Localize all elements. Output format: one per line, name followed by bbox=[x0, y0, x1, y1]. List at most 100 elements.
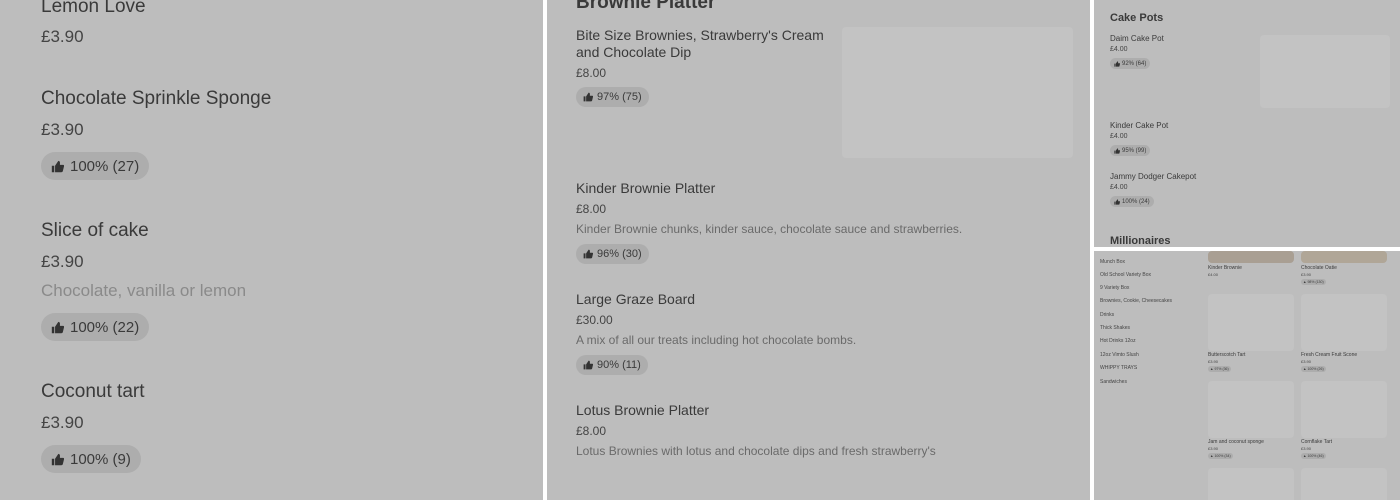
card-price: £3.90 bbox=[1208, 446, 1219, 451]
thumbs-up-icon bbox=[51, 453, 64, 466]
item-image[interactable] bbox=[1260, 35, 1390, 108]
rating-badge: 96% (30) bbox=[576, 244, 649, 264]
menu-panel-cake-pots: Cake Pots Daim Cake Pot £4.00 92% (64) K… bbox=[1094, 0, 1400, 247]
nav-item[interactable]: 12oz Vimto Slush bbox=[1100, 352, 1139, 358]
thumbs-up-icon: ▲ bbox=[1303, 280, 1307, 284]
nav-item[interactable]: Hot Drinks 12oz bbox=[1100, 338, 1136, 344]
rating-text: 96% (30) bbox=[597, 248, 642, 260]
item-image[interactable] bbox=[842, 27, 1073, 158]
item-name[interactable]: Slice of cake bbox=[41, 220, 149, 242]
item-image[interactable] bbox=[1301, 251, 1387, 263]
item-price: £4.00 bbox=[1110, 184, 1128, 191]
item-price: £4.00 bbox=[1110, 133, 1128, 140]
rating-text: 100% (34) bbox=[1214, 454, 1231, 458]
menu-panel-zoomed: Lemon Love £3.90 Chocolate Sprinkle Spon… bbox=[0, 0, 543, 500]
item-image[interactable] bbox=[1208, 381, 1294, 438]
thumbs-up-icon: ▲ bbox=[1303, 367, 1307, 371]
item-image[interactable] bbox=[1208, 468, 1294, 500]
item-price: £8.00 bbox=[576, 424, 607, 438]
card-name[interactable]: Butterscotch Tart bbox=[1208, 352, 1245, 358]
item-price: £8.00 bbox=[576, 202, 607, 216]
thumbs-up-icon bbox=[1114, 147, 1120, 154]
rating-text: 98% (130) bbox=[1307, 280, 1324, 284]
section-title: Cake Pots bbox=[1110, 12, 1164, 24]
rating-badge: 95% (99) bbox=[1110, 145, 1151, 156]
item-description: Chocolate, vanilla or lemon bbox=[41, 281, 247, 300]
card-price: £3.90 bbox=[1301, 446, 1312, 451]
card-price: £4.00 bbox=[1208, 272, 1219, 277]
item-description: Lotus Brownies with lotus and chocolate … bbox=[576, 444, 936, 458]
nav-item[interactable]: Old School Variety Box bbox=[1100, 272, 1151, 278]
item-name[interactable]: Jammy Dodger Cakepot bbox=[1110, 172, 1196, 181]
rating-badge: 100% (24) bbox=[1110, 196, 1154, 207]
nav-item[interactable]: Thick Shakes bbox=[1100, 325, 1130, 331]
card-name[interactable]: Chocolate Oatie bbox=[1301, 265, 1337, 271]
card-price: £3.90 bbox=[1208, 359, 1219, 364]
card-price: £3.90 bbox=[1301, 359, 1312, 364]
card-name[interactable]: Jam and coconut sponge bbox=[1208, 439, 1264, 445]
item-image[interactable] bbox=[1208, 294, 1294, 351]
rating-text: 100% (9) bbox=[70, 450, 131, 468]
item-price: £3.90 bbox=[41, 120, 84, 139]
rating-text: 95% (99) bbox=[1122, 147, 1147, 154]
item-image[interactable] bbox=[1301, 468, 1387, 500]
item-image[interactable] bbox=[1301, 294, 1387, 351]
item-description: A mix of all our treats including hot ch… bbox=[576, 333, 857, 347]
nav-item[interactable]: Drinks bbox=[1100, 312, 1114, 318]
nav-item[interactable]: Sandwiches bbox=[1100, 379, 1127, 385]
rating-text: 97% (36) bbox=[1214, 367, 1229, 371]
rating-badge: ▲ 100% (46) bbox=[1301, 453, 1326, 459]
rating-text: 97% (75) bbox=[597, 91, 642, 103]
item-image[interactable] bbox=[1301, 381, 1387, 438]
thumbs-up-icon bbox=[583, 249, 593, 259]
rating-text: 100% (46) bbox=[1307, 454, 1324, 458]
nav-item[interactable]: Brownies, Cookie, Cheesecakes bbox=[1100, 298, 1172, 304]
rating-badge: ▲ 100% (26) bbox=[1301, 366, 1326, 372]
rating-badge: 90% (11) bbox=[576, 355, 648, 375]
thumbs-up-icon bbox=[1114, 198, 1120, 205]
thumbs-up-icon bbox=[583, 92, 593, 102]
nav-item[interactable]: Munch Box bbox=[1100, 259, 1125, 265]
rating-badge: 100% (9) bbox=[41, 445, 141, 473]
nav-item[interactable]: WHIPPY TRAYS bbox=[1100, 365, 1137, 371]
item-name[interactable]: Coconut tart bbox=[41, 381, 145, 403]
item-name-line2[interactable]: and Chocolate Dip bbox=[576, 44, 691, 60]
thumbs-up-icon bbox=[1114, 60, 1120, 67]
card-name[interactable]: Cornflake Tart bbox=[1301, 439, 1332, 445]
menu-panel-brownies: Brownie Platter Bite Size Brownies, Stra… bbox=[547, 0, 1090, 500]
item-name[interactable]: Lemon Love bbox=[41, 0, 146, 18]
item-image[interactable] bbox=[1208, 251, 1294, 263]
item-name[interactable]: Daim Cake Pot bbox=[1110, 34, 1164, 43]
rating-text: 100% (24) bbox=[1122, 198, 1150, 205]
item-price: £3.90 bbox=[41, 27, 84, 46]
nav-item[interactable]: 9 Variety Box bbox=[1100, 285, 1129, 291]
rating-badge: 100% (27) bbox=[41, 152, 150, 180]
rating-text: 100% (27) bbox=[70, 157, 140, 175]
thumbs-up-icon: ▲ bbox=[1210, 454, 1214, 458]
section-title-next: Millionaires bbox=[1110, 235, 1171, 247]
rating-text: 92% (64) bbox=[1122, 60, 1147, 67]
rating-badge: 92% (64) bbox=[1110, 58, 1151, 69]
thumbs-up-icon bbox=[583, 360, 593, 370]
item-price: £30.00 bbox=[576, 313, 613, 327]
section-title: Brownie Platter bbox=[576, 0, 716, 13]
item-name[interactable]: Kinder Brownie Platter bbox=[576, 180, 715, 196]
rating-text: 90% (11) bbox=[597, 359, 641, 371]
item-name[interactable]: Large Graze Board bbox=[576, 291, 695, 307]
item-name[interactable]: Bite Size Brownies, Strawberry's Cream bbox=[576, 27, 824, 43]
item-name[interactable]: Chocolate Sprinkle Sponge bbox=[41, 88, 271, 110]
item-name[interactable]: Kinder Cake Pot bbox=[1110, 121, 1168, 130]
thumbs-up-icon: ▲ bbox=[1303, 454, 1307, 458]
rating-badge: 100% (22) bbox=[41, 313, 150, 341]
item-description: Kinder Brownie chunks, kinder sauce, cho… bbox=[576, 222, 963, 236]
item-price: £8.00 bbox=[576, 66, 607, 80]
rating-text: 100% (22) bbox=[70, 318, 140, 336]
item-price: £4.00 bbox=[1110, 46, 1128, 53]
thumbs-up-icon bbox=[51, 160, 64, 173]
item-name[interactable]: Lotus Brownie Platter bbox=[576, 402, 709, 418]
card-name[interactable]: Kinder Brownie bbox=[1208, 265, 1242, 271]
card-name[interactable]: Fresh Cream Fruit Scone bbox=[1301, 352, 1357, 358]
rating-text: 100% (26) bbox=[1307, 367, 1324, 371]
item-price: £3.90 bbox=[41, 413, 84, 432]
rating-badge: ▲ 97% (36) bbox=[1208, 366, 1231, 372]
